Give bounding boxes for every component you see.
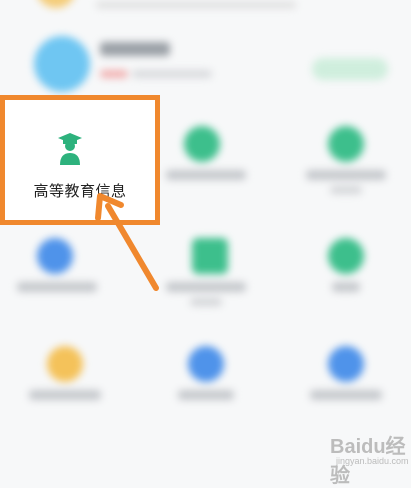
grid-item-9[interactable]	[281, 320, 411, 420]
highlight-box[interactable]: 高等教育信息	[0, 95, 160, 225]
grid-item-icon	[47, 346, 83, 382]
graduate-icon	[58, 133, 82, 165]
grid-item-5[interactable]	[141, 212, 271, 312]
grid-item-icon	[192, 238, 228, 274]
grid-item-label	[332, 282, 360, 292]
avatar	[34, 36, 90, 92]
grid-item-icon	[328, 126, 364, 162]
grid-item-8[interactable]	[141, 320, 271, 420]
grid-item-7[interactable]	[0, 320, 130, 420]
grid-item-label	[310, 390, 382, 400]
grid-item-4[interactable]	[0, 212, 130, 312]
top-item-icon	[36, 0, 76, 8]
grid-item-label-line2	[330, 186, 362, 194]
grid-item-label: 高等教育信息	[33, 182, 127, 200]
profile-subtitle	[132, 70, 212, 78]
grid-item-label	[306, 170, 386, 180]
grid-item-label	[166, 170, 246, 180]
profile-action-button[interactable]	[312, 58, 388, 80]
grid-item-label	[178, 390, 234, 400]
grid-item-label-line2	[190, 298, 222, 306]
grid-item-icon	[188, 346, 224, 382]
grid-item-icon	[328, 238, 364, 274]
grid-item-icon	[328, 346, 364, 382]
grid-item-label	[17, 282, 97, 292]
grid-item-6[interactable]	[281, 212, 411, 312]
grid-item-3[interactable]	[281, 100, 411, 200]
profile-row[interactable]	[0, 18, 411, 96]
profile-tag	[100, 70, 128, 78]
grid-item-label	[29, 390, 101, 400]
grid-item-icon	[37, 238, 73, 274]
grid-item-label	[166, 282, 246, 292]
top-strip	[0, 0, 411, 14]
grid-item-2[interactable]	[141, 100, 271, 200]
watermark-url: jingyan.baidu.com	[336, 456, 409, 466]
top-item-text	[96, 2, 296, 8]
grid-item-icon	[184, 126, 220, 162]
profile-title	[100, 42, 170, 56]
